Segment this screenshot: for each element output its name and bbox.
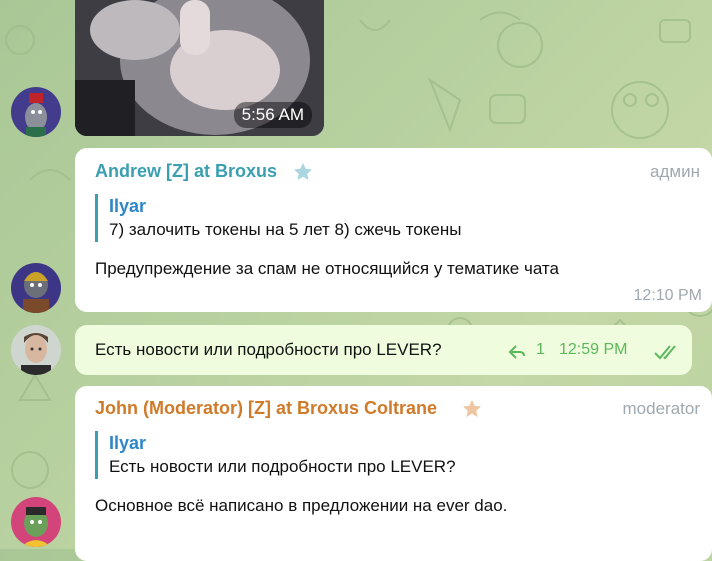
avatar[interactable] [11,263,61,313]
reply-text: Есть новости или подробности про LEVER? [109,457,456,476]
message-text: Предупреждение за спам не относящийся у … [95,259,559,278]
message-time: 12:59 PM [559,341,628,358]
reply-author: Ilyar [109,433,147,453]
message-text: Есть новости или подробности про LEVER? [95,340,442,359]
reply-quote[interactable]: Ilyar 7) залочить токены на 5 лет 8) сже… [95,194,462,242]
reply-arrow-icon[interactable] [508,344,526,360]
avatar[interactable] [11,497,61,547]
reply-author: Ilyar [109,196,147,216]
reply-quote[interactable]: Ilyar Есть новости или подробности про L… [95,431,456,479]
avatar[interactable] [11,87,61,137]
double-check-icon [654,345,676,360]
message-time: 12:10 PM [633,287,702,304]
video-timestamp: 5:56 AM [233,102,312,128]
message-text: Основное всё написано в предложении на e… [95,496,508,515]
reply-text: 7) залочить токены на 5 лет 8) сжечь ток… [109,220,462,239]
video-message[interactable]: 5:56 AM [75,0,324,136]
star-icon [463,400,481,417]
message-bubble-andrew[interactable]: Andrew [Z] at Broxus админ Ilyar 7) зало… [75,148,712,312]
role-badge: moderator [622,399,700,418]
avatar[interactable] [11,325,61,375]
reply-count[interactable]: 1 [536,341,545,359]
sender-name[interactable]: Andrew [Z] at Broxus [95,161,277,182]
sender-name[interactable]: John (Moderator) [Z] at Broxus Coltrane [95,398,437,419]
message-bubble-john[interactable]: John (Moderator) [Z] at Broxus Coltrane … [75,386,712,561]
star-icon [294,163,312,180]
role-badge: админ [650,162,700,181]
message-bubble-outgoing[interactable]: Есть новости или подробности про LEVER? … [75,325,692,375]
